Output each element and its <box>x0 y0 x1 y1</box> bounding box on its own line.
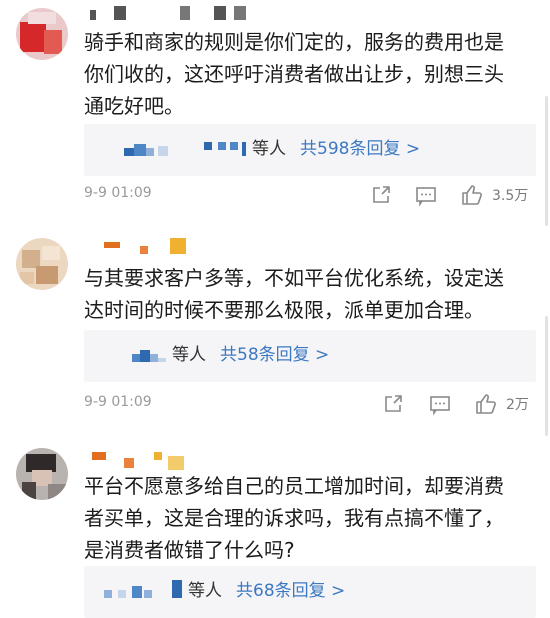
reply-usernames-blurred-2 <box>204 138 254 162</box>
avatar[interactable] <box>16 448 68 500</box>
reply-suffix: 等人 <box>172 345 206 365</box>
comment-text: 与其要求客户多等，不如平台优化系统，设定送 达时间的时候不要那么极限，派单更加合… <box>84 266 504 322</box>
avatar[interactable] <box>16 8 68 60</box>
comment-date: 9-9 01:09 <box>84 394 152 410</box>
reply-count-link[interactable]: 共68条回复 > <box>236 579 345 603</box>
avatar[interactable] <box>16 238 68 290</box>
like-count: 3.5万 <box>492 188 529 204</box>
reply-count-link[interactable]: 共58条回复 > <box>220 343 329 367</box>
share-icon[interactable] <box>369 183 393 207</box>
share-icon[interactable] <box>381 392 405 416</box>
comment-text: 骑手和商家的规则是你们定的，服务的费用也是 你们收的，这还呼吁消费者做出让步，别… <box>84 30 504 118</box>
reply-summary[interactable]: 等人 共58条回复 > <box>84 330 536 382</box>
reply-summary[interactable]: 等人 共598条回复 > <box>84 124 536 176</box>
reply-suffix: 等人 <box>252 139 286 159</box>
comment-text: 平台不愿意多给自己的员工增加时间，却要消费 者买单，这是合理的诉求吗，我有点搞不… <box>84 474 504 562</box>
reply-usernames-blurred <box>132 344 172 368</box>
scrollbar-indicator[interactable] <box>545 96 548 226</box>
comment-date: 9-9 01:09 <box>84 185 152 201</box>
reply-usernames-blurred <box>124 138 184 162</box>
comment-meta: 9-9 01:09 3.5万 <box>84 183 536 207</box>
comment-icon[interactable] <box>414 183 438 207</box>
reply-summary[interactable]: 等人 共68条回复 > <box>84 566 536 618</box>
comment-icon[interactable] <box>428 392 452 416</box>
reply-usernames-blurred <box>104 580 184 604</box>
reply-count-link[interactable]: 共598条回复 > <box>300 137 420 161</box>
like-count: 2万 <box>506 397 529 413</box>
reply-suffix: 等人 <box>188 581 222 601</box>
comment-meta: 9-9 01:09 2万 <box>84 392 536 416</box>
scrollbar-indicator[interactable] <box>545 316 548 436</box>
like-icon[interactable] <box>460 183 484 207</box>
like-icon[interactable] <box>474 392 498 416</box>
